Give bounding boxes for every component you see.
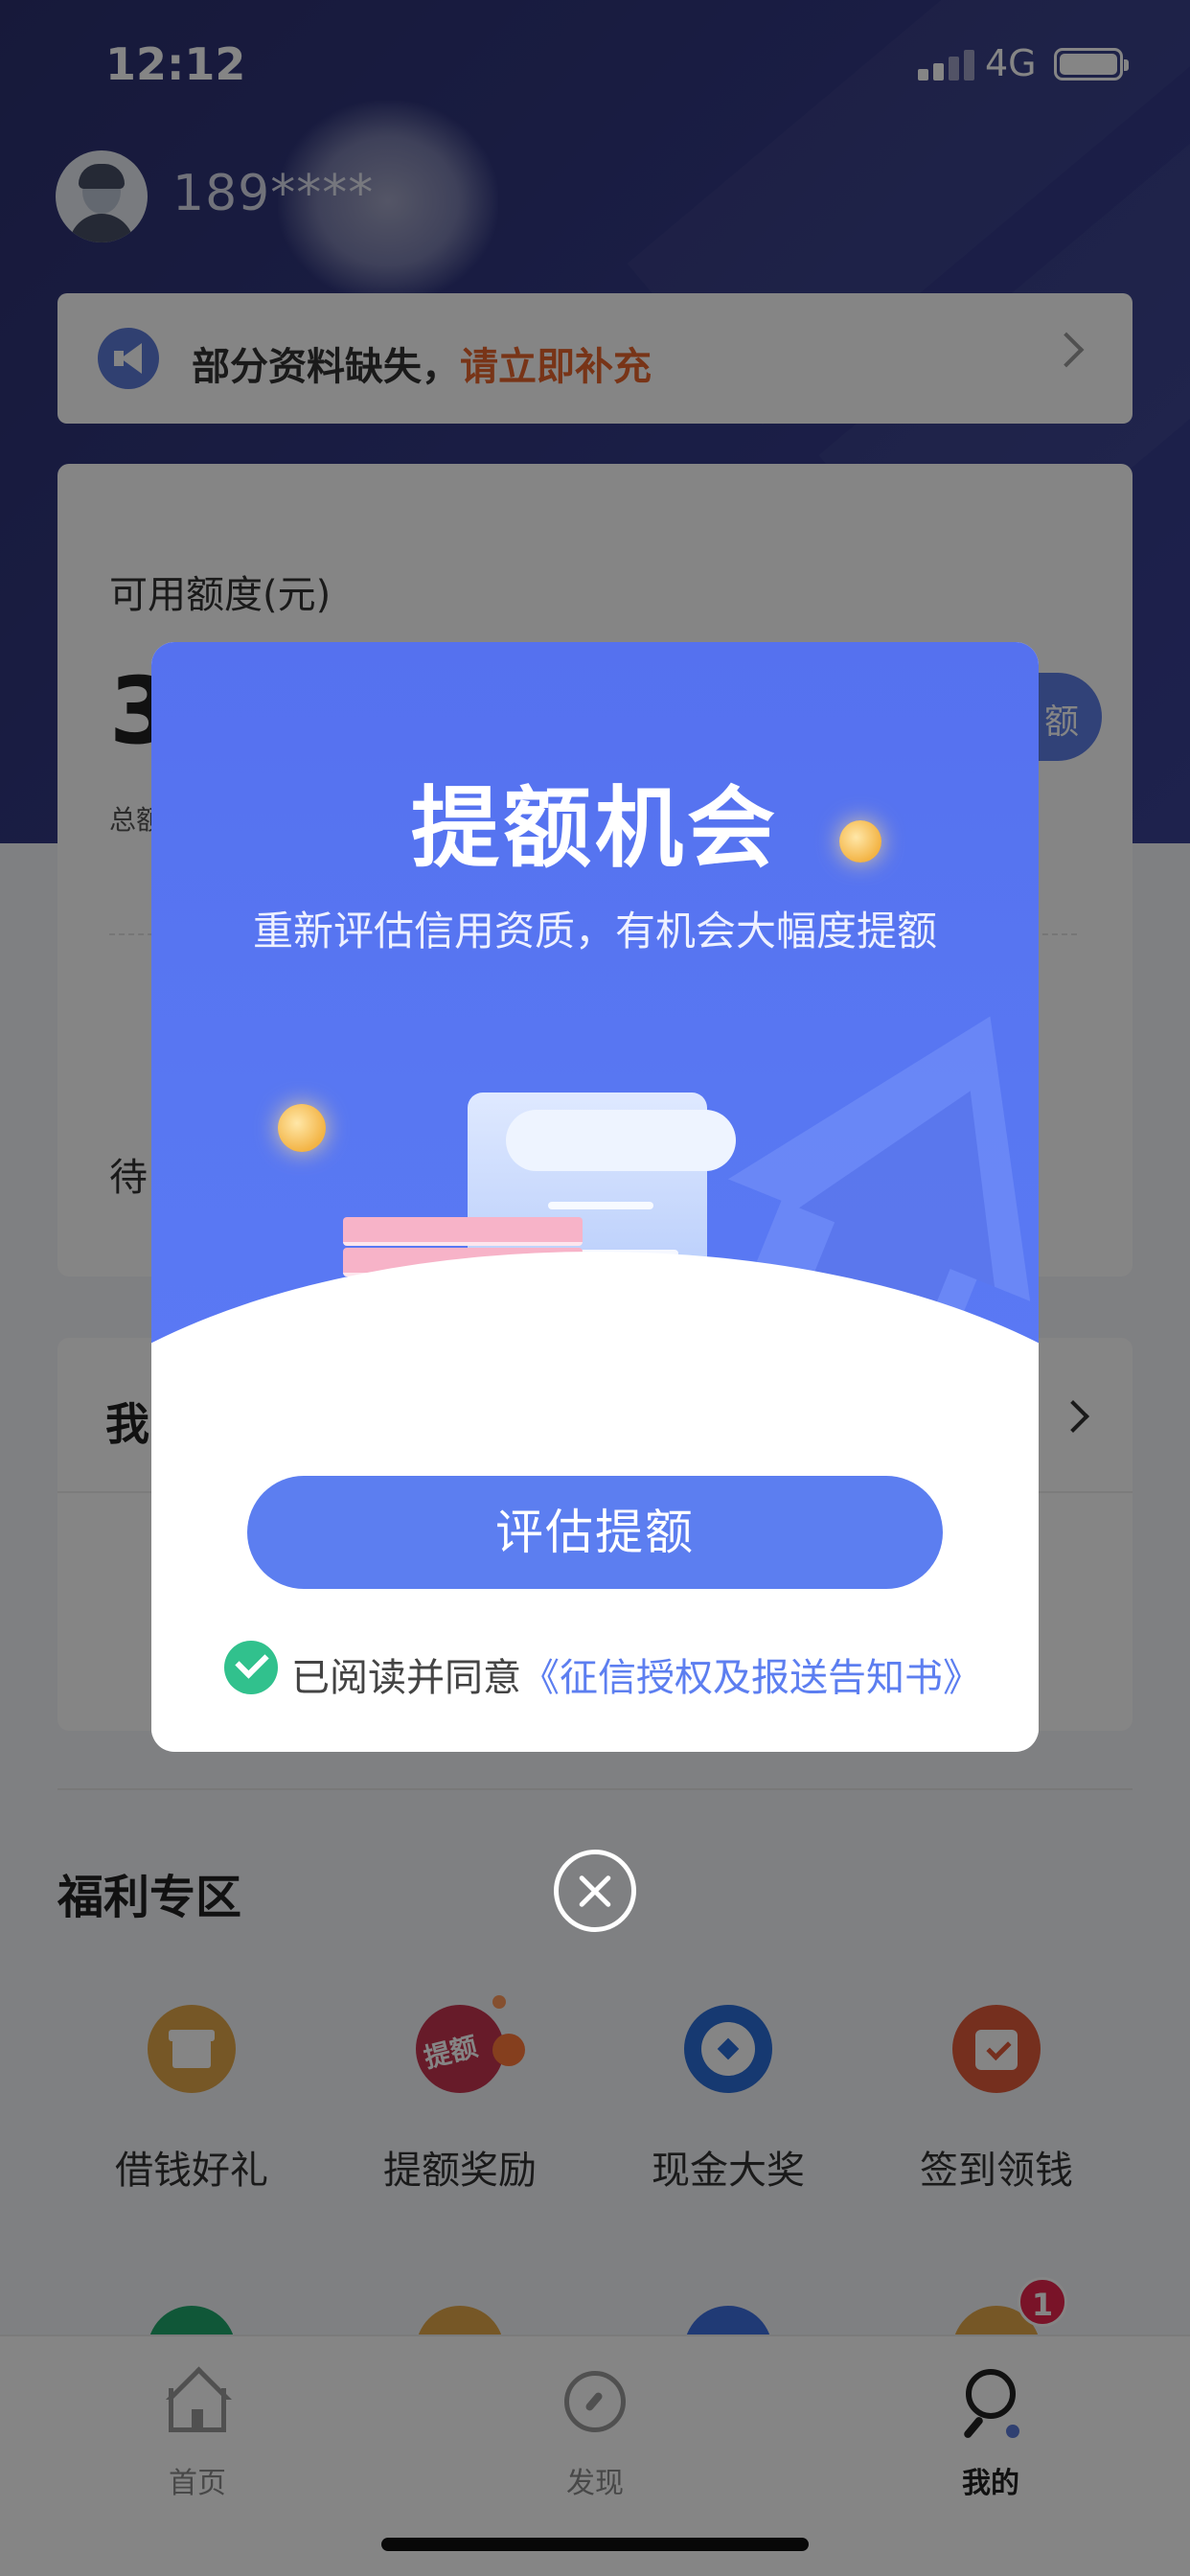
agreement-link[interactable]: 《征信授权及报送告知书》	[521, 1656, 981, 1700]
evaluate-raise-button[interactable]: 评估提额	[247, 1476, 943, 1589]
close-icon[interactable]	[554, 1850, 636, 1932]
modal-subtitle: 重新评估信用资质，有机会大幅度提额	[252, 908, 937, 954]
agreement-text: 已阅读并同意《征信授权及报送告知书》	[291, 1656, 981, 1700]
checkbox-checked-icon[interactable]	[224, 1641, 278, 1694]
coin-icon	[278, 1104, 326, 1152]
agreement-row: 已阅读并同意《征信授权及报送告知书》	[151, 1641, 1039, 1700]
raise-limit-modal: ¥ 提额机会 重新评估信用资质，有机会大幅度提额 评估提额 已阅读并同意《征信授…	[151, 642, 1039, 1752]
modal-title: 提额机会	[410, 777, 779, 880]
